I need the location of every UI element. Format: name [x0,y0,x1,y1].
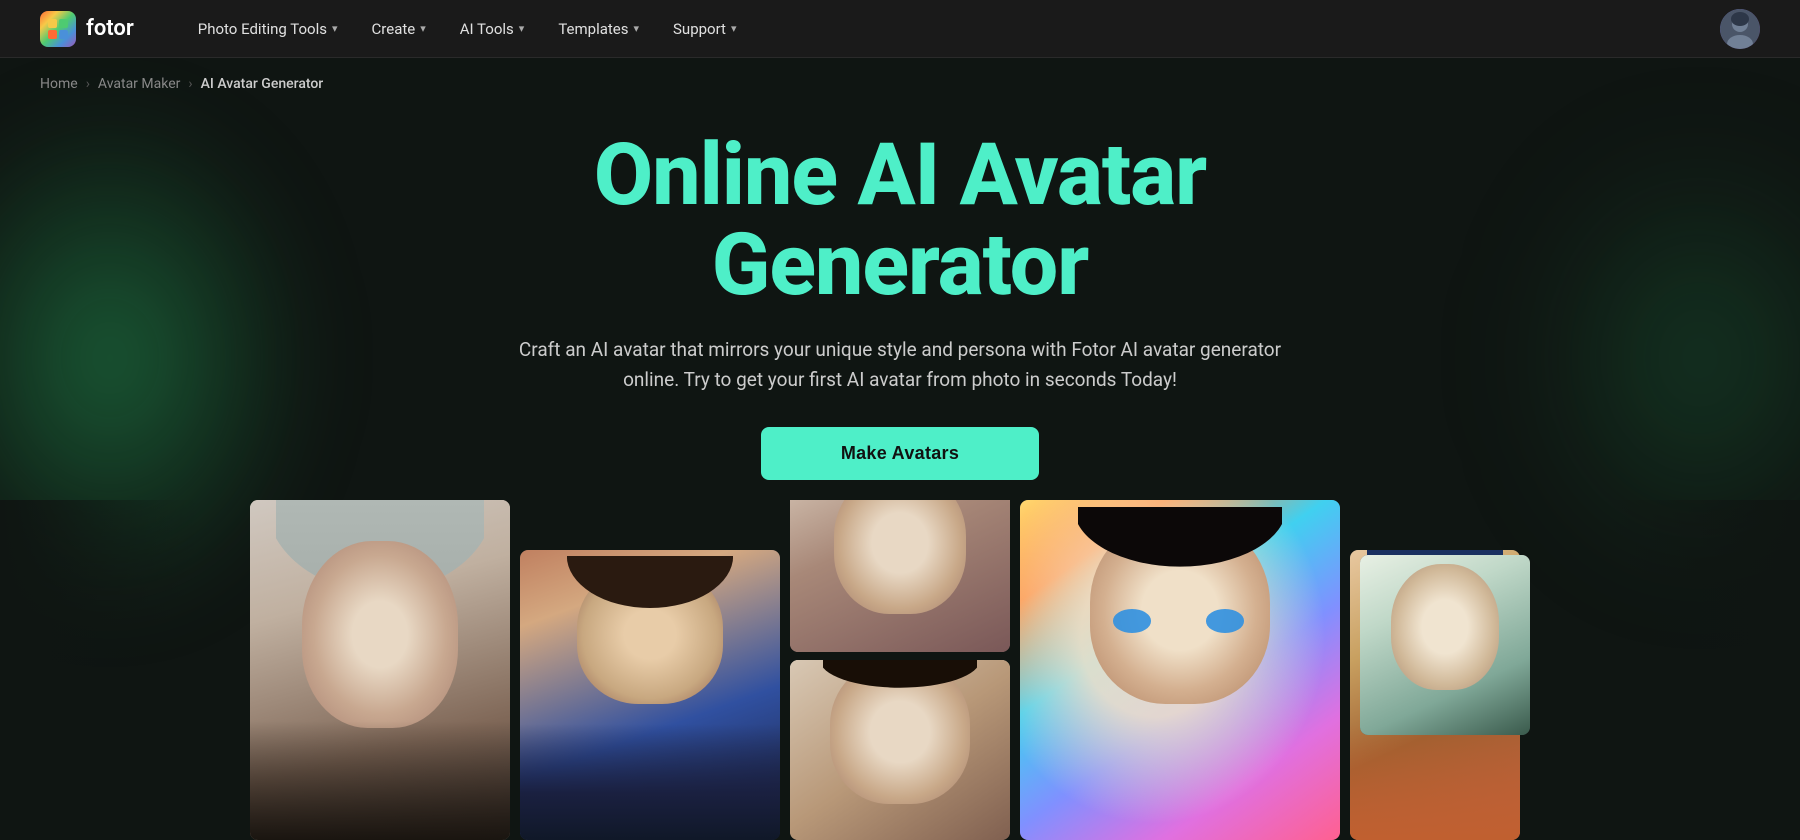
avatar-image-1 [250,500,510,840]
nav-photo-editing[interactable]: Photo Editing Tools ▾ [184,12,352,46]
nav-templates[interactable]: Templates ▾ [544,12,653,46]
hero-section: Online AI Avatar Generator Craft an AI a… [0,110,1800,480]
chevron-down-icon: ▾ [420,22,426,35]
breadcrumb-sep-2: › [188,76,192,92]
logo-icon [40,11,76,47]
breadcrumb: Home › Avatar Maker › AI Avatar Generato… [0,58,1800,110]
make-avatars-button[interactable]: Make Avatars [761,427,1039,480]
nav-links: Photo Editing Tools ▾ Create ▾ AI Tools … [184,12,1720,46]
chevron-down-icon: ▾ [519,22,525,35]
breadcrumb-home[interactable]: Home [40,76,78,92]
avatar-image-7 [1360,555,1530,735]
hero-subtitle: Craft an AI avatar that mirrors your uni… [490,335,1310,396]
chevron-down-icon: ▾ [731,22,737,35]
nav-ai-tools[interactable]: AI Tools ▾ [446,12,539,46]
avatar-image-5 [1020,500,1340,840]
breadcrumb-avatar-maker[interactable]: Avatar Maker [98,76,180,92]
nav-create[interactable]: Create ▾ [358,12,440,46]
avatar-image-2 [520,550,780,840]
breadcrumb-sep-1: › [86,76,90,92]
chevron-down-icon: ▾ [332,22,338,35]
logo-text: fotor [86,16,134,41]
gallery-fade-right [1600,500,1800,840]
main-content: Home › Avatar Maker › AI Avatar Generato… [0,58,1800,840]
logo[interactable]: fotor [40,11,134,47]
user-avatar[interactable] [1720,9,1760,49]
breadcrumb-current: AI Avatar Generator [201,76,324,92]
hero-title: Online AI Avatar Generator [40,130,1760,311]
nav-support[interactable]: Support ▾ [659,12,750,46]
gallery-fade-left [0,500,200,840]
navbar: fotor Photo Editing Tools ▾ Create ▾ AI … [0,0,1800,58]
avatar-image-4 [790,660,1010,840]
chevron-down-icon: ▾ [633,22,639,35]
avatar-image-3 [790,500,1010,652]
